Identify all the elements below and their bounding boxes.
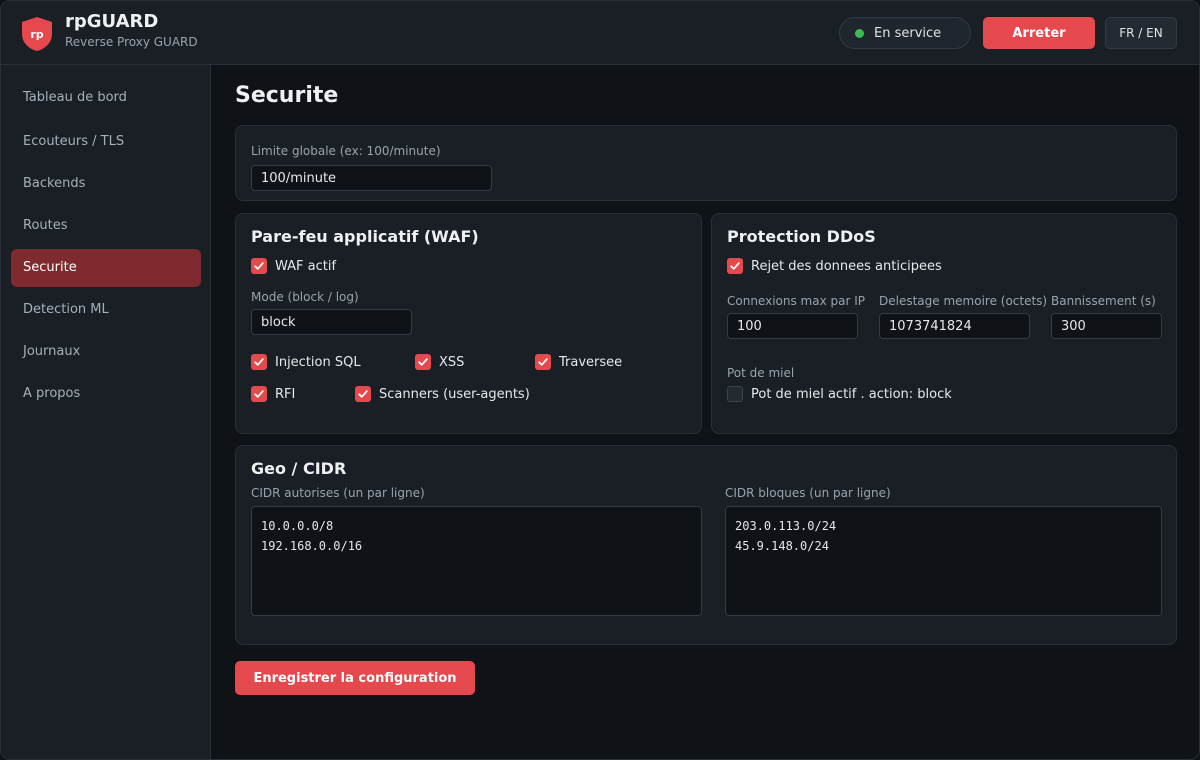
waf-card-title: Pare-feu applicatif (WAF) — [251, 227, 479, 246]
sidebar-item-routes[interactable]: Routes — [11, 207, 201, 245]
sidebar-item-backends[interactable]: Backends — [11, 165, 201, 203]
waf-rule-scanners-checkbox[interactable]: Scanners (user-agents) — [355, 386, 530, 402]
checkbox-icon — [727, 386, 743, 402]
status-text: En service — [874, 26, 942, 41]
waf-mode-label: Mode (block / log) — [251, 290, 359, 304]
waf-rule-traversal-checkbox[interactable]: Traversee — [535, 354, 622, 370]
save-configuration-button[interactable]: Enregistrer la configuration — [235, 661, 475, 695]
geo-cidr-card: Geo / CIDR CIDR autorises (un par ligne)… — [235, 445, 1177, 645]
rate-limit-label: Limite globale (ex: 100/minute) — [251, 144, 441, 158]
ddos-card: Protection DDoS Rejet des donnees antici… — [711, 213, 1177, 434]
app-title: rpGUARD — [65, 11, 159, 32]
waf-rule-sqli-checkbox[interactable]: Injection SQL — [251, 354, 361, 370]
sidebar-item-logs[interactable]: Journaux — [11, 333, 201, 371]
service-status: En service — [839, 17, 971, 49]
app-subtitle: Reverse Proxy GUARD — [65, 35, 198, 49]
allowed-cidr-textarea[interactable] — [251, 506, 702, 616]
rate-limit-card: Limite globale (ex: 100/minute) — [235, 125, 1177, 201]
rate-limit-input[interactable] — [251, 165, 492, 191]
sidebar-item-ml-detection[interactable]: Detection ML — [11, 291, 201, 329]
sidebar: Tableau de bord Ecouteurs / TLS Backends… — [1, 65, 211, 759]
waf-rule-xss-checkbox[interactable]: XSS — [415, 354, 464, 370]
checkbox-icon — [355, 386, 371, 402]
checkbox-icon — [251, 258, 267, 274]
checkbox-icon — [251, 386, 267, 402]
sidebar-item-listeners-tls[interactable]: Ecouteurs / TLS — [11, 123, 201, 161]
memory-shedding-label: Delestage memoire (octets) — [879, 294, 1048, 308]
sidebar-item-security[interactable]: Securite — [11, 249, 201, 287]
logo-text: rp — [30, 28, 43, 41]
checkbox-icon — [415, 354, 431, 370]
waf-rule-label: Traversee — [559, 354, 623, 370]
early-data-reject-checkbox[interactable]: Rejet des donnees anticipees — [727, 258, 942, 274]
ban-duration-label: Bannissement (s) — [1051, 294, 1156, 308]
ddos-card-title: Protection DDoS — [727, 227, 876, 246]
stop-button[interactable]: Arreter — [983, 17, 1095, 49]
waf-rule-label: Injection SQL — [275, 354, 361, 370]
allowed-cidr-label: CIDR autorises (un par ligne) — [251, 486, 425, 500]
ban-duration-input[interactable] — [1051, 313, 1162, 339]
checkbox-icon — [535, 354, 551, 370]
waf-rule-rfi-checkbox[interactable]: RFI — [251, 386, 295, 402]
sidebar-item-about[interactable]: A propos — [11, 375, 201, 413]
shield-icon: rp — [21, 16, 53, 52]
max-connections-label: Connexions max par IP — [727, 294, 866, 308]
waf-mode-input[interactable] — [251, 309, 412, 335]
waf-card: Pare-feu applicatif (WAF) WAF actif Mode… — [235, 213, 702, 434]
honeypot-label: Pot de miel actif . action: block — [751, 386, 952, 402]
checkbox-icon — [251, 354, 267, 370]
honeypot-checkbox[interactable]: Pot de miel actif . action: block — [727, 386, 952, 402]
max-connections-input[interactable] — [727, 313, 858, 339]
status-dot-icon — [855, 29, 864, 38]
memory-shedding-input[interactable] — [879, 313, 1030, 339]
blocked-cidr-textarea[interactable] — [725, 506, 1162, 616]
waf-rule-label: XSS — [439, 354, 465, 370]
waf-rule-label: RFI — [275, 386, 296, 402]
waf-enabled-checkbox[interactable]: WAF actif — [251, 258, 336, 274]
checkbox-icon — [727, 258, 743, 274]
sidebar-item-dashboard[interactable]: Tableau de bord — [11, 79, 201, 117]
honeypot-section-label: Pot de miel — [727, 366, 795, 380]
waf-enabled-label: WAF actif — [275, 258, 337, 274]
app-window: rp rpGUARD Reverse Proxy GUARD En servic… — [0, 0, 1200, 760]
waf-rule-label: Scanners (user-agents) — [379, 386, 530, 402]
early-data-reject-label: Rejet des donnees anticipees — [751, 258, 942, 274]
page-title: Securite — [235, 83, 339, 108]
language-toggle-button[interactable]: FR / EN — [1105, 17, 1177, 49]
geo-card-title: Geo / CIDR — [251, 459, 347, 478]
top-bar: rp rpGUARD Reverse Proxy GUARD En servic… — [1, 1, 1199, 65]
blocked-cidr-label: CIDR bloques (un par ligne) — [725, 486, 891, 500]
